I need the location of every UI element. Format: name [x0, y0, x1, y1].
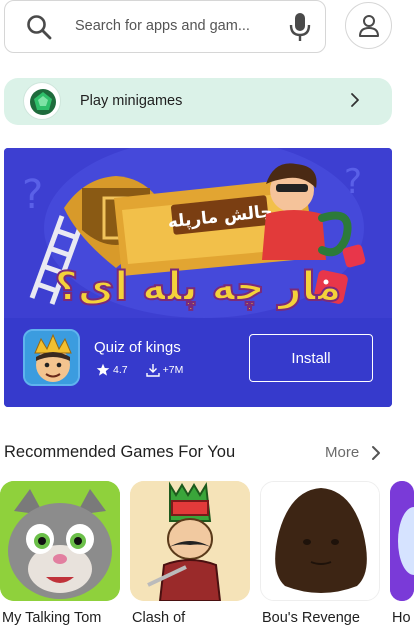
minigames-label: Play minigames — [80, 93, 183, 109]
game-thumbnail — [130, 481, 250, 601]
play-minigames-button[interactable]: Play minigames — [4, 78, 392, 125]
user-icon — [359, 15, 379, 37]
game-title: Ho — [392, 610, 411, 626]
search-bar[interactable]: Search for apps and gam... — [4, 0, 326, 53]
game-thumbnail — [390, 481, 414, 601]
featured-banner[interactable]: ? ? چالش مارپله مار چه پله ای؟ Quiz of k… — [4, 148, 392, 407]
game-title: My Talking Tom — [2, 610, 102, 626]
search-icon — [27, 15, 52, 40]
minigames-logo — [23, 82, 61, 120]
app-downloads: +7M — [162, 364, 184, 376]
clash-of-art — [130, 481, 250, 601]
talking-tom-art — [0, 481, 120, 601]
microphone-icon[interactable] — [287, 11, 313, 43]
app-rating: 4.7 — [113, 364, 128, 376]
app-meta: 4.7 +7M — [96, 363, 183, 377]
section-title: Recommended Games For You — [4, 443, 236, 461]
game-art — [390, 481, 414, 601]
install-button[interactable]: Install — [249, 334, 373, 382]
game-title: Clash of — [132, 610, 186, 626]
game-card[interactable]: My Talking Tom — [0, 481, 120, 626]
search-input[interactable]: Search for apps and gam... — [75, 18, 250, 34]
download-icon — [145, 364, 160, 377]
game-thumbnail — [0, 481, 120, 601]
game-card[interactable]: Ho — [390, 481, 414, 626]
star-icon — [96, 363, 110, 376]
green-gem-icon — [30, 89, 56, 115]
app-name: Quiz of kings — [94, 339, 181, 356]
chevron-right-icon — [351, 93, 359, 107]
game-title: Bou's Revenge — [262, 610, 360, 626]
game-card[interactable]: Bou's Revenge — [260, 481, 380, 626]
game-card[interactable]: Clash of — [130, 481, 250, 626]
more-label: More — [325, 444, 360, 461]
game-thumbnail — [260, 481, 380, 601]
bou-art — [261, 482, 379, 600]
svg-text:?: ? — [22, 172, 43, 218]
app-icon[interactable] — [23, 329, 80, 386]
chevron-right-icon — [372, 445, 381, 460]
profile-button[interactable] — [345, 2, 392, 49]
banner-art-big-title: مار چه پله ای؟ — [55, 264, 342, 310]
more-button[interactable]: More — [325, 444, 381, 461]
svg-text:?: ? — [344, 162, 362, 202]
quiz-of-kings-logo — [25, 331, 78, 384]
